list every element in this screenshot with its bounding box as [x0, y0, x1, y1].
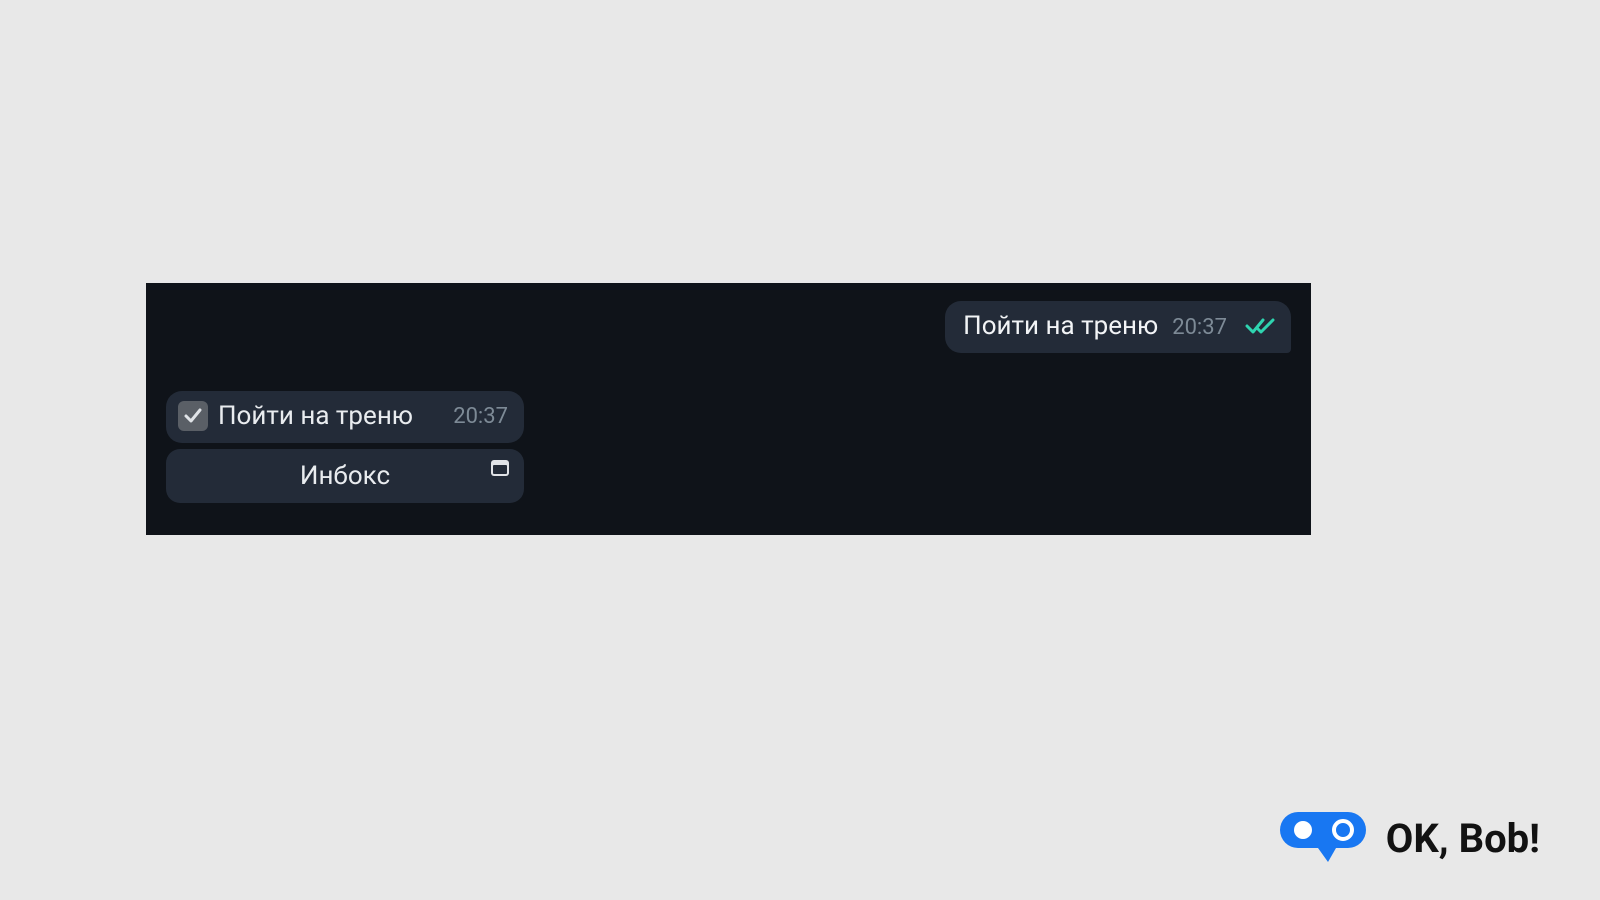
- checkmark-icon: [183, 406, 203, 426]
- task-item-time: 20:37: [453, 404, 508, 429]
- outgoing-message-row: Пойти на треню 20:37: [166, 301, 1291, 353]
- footer-brand: OK, Bob!: [1278, 806, 1540, 870]
- window-icon: [490, 459, 510, 481]
- brand-logo-icon: [1278, 806, 1368, 870]
- chat-window: Пойти на треню 20:37 Пойти на треню 20:3…: [146, 283, 1311, 535]
- inbox-button[interactable]: Инбокс: [166, 449, 524, 503]
- incoming-stack-row: Пойти на треню 20:37 Инбокс: [166, 391, 1291, 503]
- outgoing-message-bubble[interactable]: Пойти на треню 20:37: [945, 301, 1291, 353]
- task-checkbox[interactable]: [178, 401, 208, 431]
- brand-text: OK, Bob!: [1386, 815, 1540, 862]
- task-item-bubble[interactable]: Пойти на треню 20:37: [166, 391, 524, 443]
- outgoing-message-time: 20:37: [1172, 315, 1227, 340]
- task-stack: Пойти на треню 20:37 Инбокс: [166, 391, 524, 503]
- read-ticks-icon: [1245, 316, 1275, 340]
- inbox-button-label: Инбокс: [300, 461, 390, 491]
- task-item-text: Пойти на треню: [218, 401, 413, 431]
- outgoing-message-text: Пойти на треню: [963, 311, 1158, 341]
